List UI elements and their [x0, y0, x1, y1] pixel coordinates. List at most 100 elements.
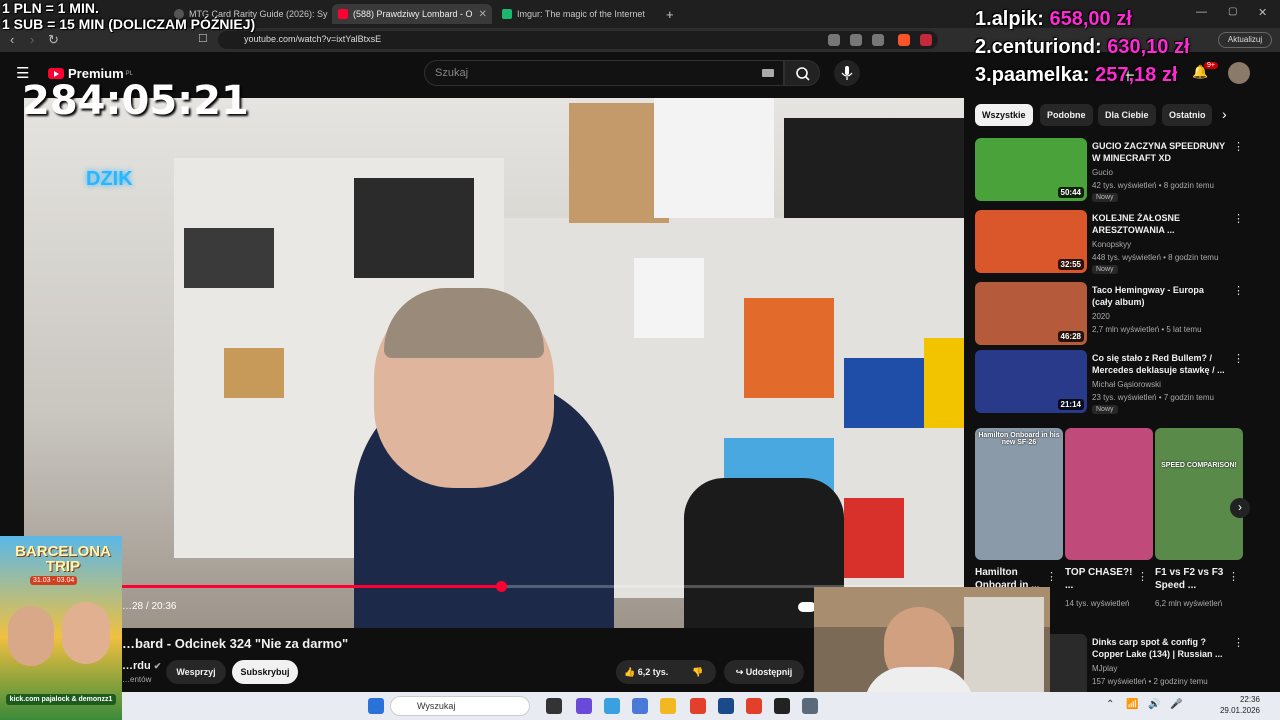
video-thumbnail[interactable]: 32:55: [975, 210, 1087, 273]
brave-shield-icon[interactable]: [898, 34, 910, 46]
forward-icon[interactable]: ›: [30, 32, 34, 47]
more-options-icon[interactable]: ⋮: [1233, 636, 1244, 649]
taskbar-search[interactable]: Wyszukaj: [390, 696, 530, 716]
video-thumbnail[interactable]: 46:28: [975, 282, 1087, 345]
verified-icon: ✔: [153, 661, 162, 671]
short-views: 14 tys. wyświetleń: [1065, 599, 1130, 608]
video-player[interactable]: DZIK: [24, 98, 964, 628]
short-thumbnail[interactable]: [1065, 428, 1153, 560]
video-title[interactable]: GUCIO ZACZYNA SPEEDRUNY W MINECRAFT XD: [1092, 140, 1226, 164]
new-tab-button[interactable]: +: [660, 4, 680, 24]
chip-for-you[interactable]: Dla Ciebie: [1098, 104, 1156, 126]
video-duration: 46:28: [1057, 331, 1084, 342]
store-icon[interactable]: [718, 698, 734, 714]
channel-name[interactable]: MJplay: [1092, 664, 1117, 673]
share-icon[interactable]: [872, 34, 884, 46]
video-title[interactable]: KOLEJNE ŻAŁOSNE ARESZTOWANIA ...: [1092, 212, 1226, 236]
channel-name[interactable]: Gucio: [1092, 168, 1113, 177]
file-explorer-icon[interactable]: [660, 698, 676, 714]
teams-icon[interactable]: [632, 698, 648, 714]
bookmark-icon[interactable]: ☐: [198, 32, 208, 45]
more-options-icon[interactable]: ⋮: [1233, 212, 1244, 225]
merchandise: [744, 298, 834, 398]
chip-related[interactable]: Podobne: [1040, 104, 1093, 126]
video-thumbnail[interactable]: 50:44: [975, 138, 1087, 201]
channel-name[interactable]: Konopskyy: [1092, 240, 1131, 249]
promo-footer: kick.com pajalock & demonzz1: [6, 694, 116, 705]
promo-banner: BARCELONA TRIP 31.03 - 03.04 kick.com pa…: [0, 536, 122, 720]
keyboard-icon[interactable]: [762, 69, 774, 77]
discord-icon[interactable]: [576, 698, 592, 714]
copilot-icon[interactable]: [604, 698, 620, 714]
voice-search-button[interactable]: [834, 60, 860, 86]
close-tab-icon[interactable]: ✕: [473, 9, 487, 20]
donor-amount: 257,18 zł: [1095, 64, 1178, 86]
windows-start-icon[interactable]: [368, 698, 384, 714]
share-button[interactable]: ↪ Udostępnij: [724, 660, 804, 684]
recommendation-item[interactable]: 21:14 Co się stało z Red Bullem? / Merce…: [975, 350, 1245, 416]
app-icon[interactable]: [802, 698, 818, 714]
video-title[interactable]: Taco Hemingway - Europa (cały album): [1092, 284, 1226, 308]
subscribe-button[interactable]: Subskrybuj: [232, 660, 298, 684]
recommendation-item[interactable]: 50:44 GUCIO ZACZYNA SPEEDRUNY W MINECRAF…: [975, 138, 1245, 204]
update-button[interactable]: Aktualizuj: [1218, 32, 1272, 48]
more-options-icon[interactable]: ⋮: [1228, 570, 1239, 583]
volume-icon[interactable]: 🔊: [1148, 699, 1160, 710]
overlay-rule: 1 PLN = 1 MIN.: [2, 0, 99, 16]
maximize-button[interactable]: ▢: [1228, 6, 1237, 17]
back-icon[interactable]: ‹: [10, 32, 14, 47]
more-options-icon[interactable]: ⋮: [1233, 140, 1244, 153]
support-button[interactable]: Wesprzyj: [166, 660, 226, 684]
more-options-icon[interactable]: ⋮: [1137, 570, 1148, 583]
microphone-icon[interactable]: 🎤: [1170, 699, 1182, 710]
network-icon[interactable]: 📶: [1126, 699, 1138, 710]
brave-icon[interactable]: [690, 698, 706, 714]
video-meta: 42 tys. wyświetleń • 8 godzin temu: [1092, 181, 1214, 190]
chip-all[interactable]: Wszystkie: [975, 104, 1033, 126]
more-options-icon[interactable]: ⋮: [1233, 284, 1244, 297]
chevron-right-icon[interactable]: ›: [1222, 106, 1227, 122]
merchandise: [184, 228, 274, 288]
more-options-icon[interactable]: ⋮: [1233, 352, 1244, 365]
rewards-icon[interactable]: [920, 34, 932, 46]
progress-scrubber[interactable]: [495, 581, 507, 592]
short-title[interactable]: TOP CHASE?! ...: [1065, 566, 1141, 592]
chip-recent[interactable]: Ostatnio: [1162, 104, 1212, 126]
video-title[interactable]: Dinks carp spot & config ? Copper Lake (…: [1092, 636, 1226, 660]
video-title[interactable]: Co się stało z Red Bullem? / Mercedes de…: [1092, 352, 1226, 376]
tray-chevron-icon[interactable]: ⌃: [1106, 699, 1114, 710]
like-button[interactable]: 👍 6,2 tys. 👎: [616, 660, 716, 684]
cast-icon[interactable]: [850, 34, 862, 46]
extension-icon[interactable]: [828, 34, 840, 46]
donor-name: centuriond:: [991, 36, 1102, 58]
channel-name[interactable]: …rdu ✔: [122, 660, 161, 672]
short-thumbnail[interactable]: Hamilton Onboard in his new SF-26: [975, 428, 1063, 560]
close-window-button[interactable]: ✕: [1258, 6, 1267, 19]
video-thumbnail[interactable]: 21:14: [975, 350, 1087, 413]
more-options-icon[interactable]: ⋮: [1046, 570, 1057, 583]
thumbs-down-icon[interactable]: 👎: [692, 660, 703, 684]
task-view-icon[interactable]: [546, 698, 562, 714]
recommendation-item[interactable]: 46:28 Taco Hemingway - Europa (cały albu…: [975, 282, 1245, 348]
minimize-button[interactable]: —: [1196, 6, 1207, 18]
obs-icon[interactable]: [774, 698, 790, 714]
channel-name[interactable]: Michał Gąsiorowski: [1092, 380, 1161, 389]
system-clock[interactable]: 22:36 29.01.2026: [1220, 694, 1260, 716]
avatar[interactable]: [1228, 62, 1250, 84]
video-title: …bard - Odcinek 324 "Nie za darmo": [122, 636, 349, 651]
promo-person: [62, 602, 110, 664]
recommendation-item[interactable]: 32:55 KOLEJNE ŻAŁOSNE ARESZTOWANIA ... K…: [975, 210, 1245, 276]
thumbs-up-icon: 👍: [624, 667, 636, 677]
channel-name[interactable]: 2020: [1092, 312, 1110, 321]
search-button[interactable]: [784, 60, 820, 86]
tab-youtube[interactable]: (588) Prawdziwy Lombard - O ✕: [332, 4, 492, 24]
reload-icon[interactable]: ↻: [48, 32, 59, 48]
short-thumbnail[interactable]: SPEED COMPARISON!: [1155, 428, 1243, 560]
search-input[interactable]: Szukaj: [424, 60, 784, 86]
chevron-right-icon[interactable]: ›: [1230, 498, 1250, 518]
video-meta: 2,7 mln wyświetleń • 5 lat temu: [1092, 325, 1202, 334]
brave-icon[interactable]: [746, 698, 762, 714]
short-title[interactable]: F1 vs F2 vs F3 Speed ...: [1155, 566, 1231, 592]
new-badge: Nowy: [1092, 193, 1118, 202]
tab-imgur[interactable]: Imgur: The magic of the Internet: [496, 4, 656, 24]
